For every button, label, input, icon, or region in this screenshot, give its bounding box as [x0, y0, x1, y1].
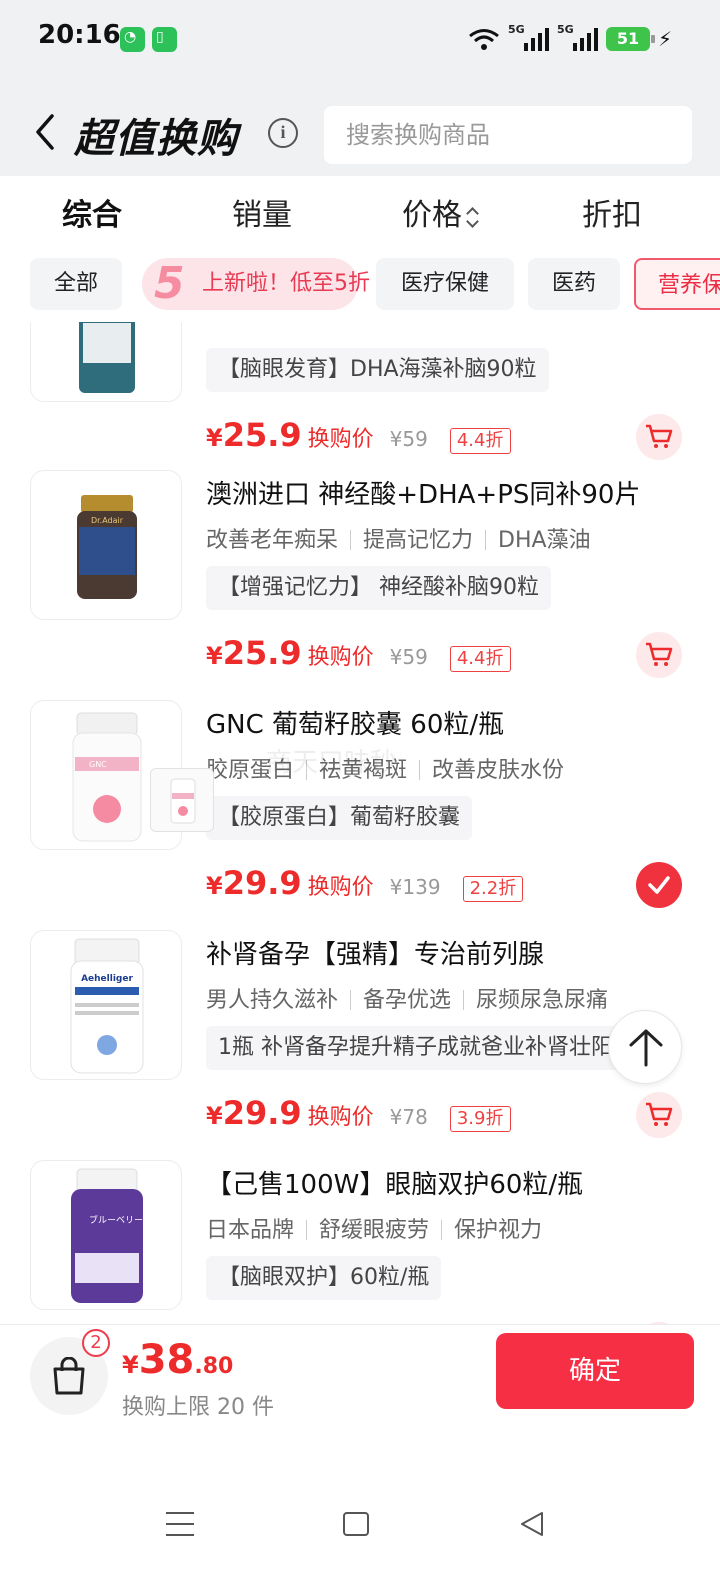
sort-arrows-icon [466, 205, 480, 229]
original-price: ¥78 [389, 1105, 428, 1129]
product-promo-tag: 【胶原蛋白】葡萄籽胶囊 [206, 796, 473, 840]
signal-5g-icon: 5G [508, 23, 549, 51]
exchange-limit-text: 换购上限 20 件 [122, 1395, 274, 1420]
product-title[interactable]: GNC 葡萄籽胶囊 60粒/瓶 [206, 704, 504, 741]
price-row: ¥29.9 换购价 ¥78 3.9折 [206, 1094, 511, 1142]
product-tags: 男人持久滋补 备孕优选 尿频尿急尿痛 [206, 988, 609, 1013]
home-icon[interactable] [343, 1512, 369, 1536]
checkout-bar: 2 ¥38.80 换购上限 20 件 确定 [0, 1324, 720, 1430]
brand-logo: Aehelliger [81, 974, 133, 984]
chip-nutrition[interactable]: 营养保 [634, 258, 720, 310]
exchange-price: 29.9 [222, 1094, 302, 1132]
product-promo-tag: 【脑眼双护】60粒/瓶 [206, 1256, 442, 1300]
product-thumbnail[interactable]: Dr.Adair [30, 470, 182, 620]
product-tags: 日本品牌 舒缓眼疲劳 保护视力 [206, 1218, 543, 1243]
system-nav-bar [0, 1430, 720, 1584]
brand-logo: GNC [89, 760, 107, 769]
cart-icon [646, 424, 673, 448]
selected-check-button[interactable] [636, 862, 682, 908]
back-to-top-button[interactable] [608, 1010, 682, 1084]
original-price: ¥59 [389, 645, 428, 669]
discount-badge: 4.4折 [449, 428, 511, 454]
page-header: 超值换购 i 搜索换购商品 [0, 80, 720, 176]
sort-tab-sales[interactable]: 销量 [232, 190, 292, 234]
arrow-up-icon [629, 1029, 663, 1067]
check-icon [648, 876, 670, 894]
sort-tab-discount[interactable]: 折扣 [582, 190, 642, 234]
battery-indicator: 51 [605, 27, 655, 51]
sort-bar: 综合 销量 价格 折扣 [0, 176, 720, 244]
exchange-price: 25.9 [222, 416, 302, 454]
add-to-cart-button[interactable] [636, 1092, 682, 1138]
original-price: ¥139 [389, 875, 441, 899]
signal-5g-icon: 5G [557, 23, 598, 51]
battery-saver-icon: ▯ [152, 27, 177, 52]
product-thumbnail[interactable] [30, 322, 182, 402]
product-card[interactable]: ブルーベリー 【己售100W】眼脑双护60粒/瓶 日本品牌 舒缓眼疲劳 保护视力 【… [0, 1160, 720, 1324]
product-thumbnail[interactable]: Aehelliger [30, 930, 182, 1080]
product-promo-tag: 【增强记忆力】 神经酸补脑90粒 [206, 566, 551, 610]
chip-medical-care[interactable]: 医疗保健 [376, 258, 514, 310]
promo-badge-five: 5 [154, 258, 185, 309]
product-card[interactable]: Dr.Adair 澳洲进口 神经酸+DHA+PS同补90片 改善老年痴呆 提高记忆… [0, 470, 720, 700]
status-bar: 20:16 ◔ ▯ 5G 5G 51 ⚡ [0, 0, 720, 80]
exchange-price: 25.9 [222, 634, 302, 672]
shopping-bag-icon [53, 1357, 85, 1395]
product-thumbnail[interactable]: ブルーベリー [30, 1160, 182, 1310]
info-icon[interactable]: i [268, 118, 298, 148]
floating-preview-thumbnail [150, 768, 214, 832]
back-icon[interactable] [30, 112, 60, 152]
price-row: ¥29.9 换购价 ¥139 2.2折 [206, 864, 524, 912]
cart-icon [646, 1102, 673, 1126]
chip-medicine[interactable]: 医药 [528, 258, 620, 310]
exchange-price: 29.9 [222, 864, 302, 902]
product-card[interactable]: 【脑眼发育】DHA海藻补脑90粒 ¥25.9 换购价 ¥59 4.4折 [0, 322, 720, 482]
cart-icon [646, 642, 673, 666]
product-card[interactable]: GNC GNC 葡萄籽胶囊 60粒/瓶 胶原蛋白 祛黄褐斑 改善皮肤水份 【胶原蛋白… [0, 700, 720, 930]
sort-tab-price[interactable]: 价格 [402, 190, 480, 234]
page-title: 超值换购 [74, 116, 238, 162]
chip-all[interactable]: 全部 [30, 258, 122, 310]
add-to-cart-button[interactable] [636, 632, 682, 678]
discount-badge: 2.2折 [462, 876, 524, 902]
watermark: 商天口味秒 [266, 748, 397, 778]
product-title[interactable]: 【己售100W】眼脑双护60粒/瓶 [206, 1164, 583, 1201]
add-to-cart-button[interactable] [636, 414, 682, 460]
brand-logo: ブルーベリー [89, 1214, 143, 1226]
confirm-button[interactable]: 确定 [496, 1333, 694, 1409]
sort-tab-comprehensive[interactable]: 综合 [62, 190, 122, 234]
nav-back-icon[interactable] [518, 1510, 546, 1538]
product-title[interactable]: 补肾备孕【强精】专治前列腺 [206, 934, 544, 971]
cart-count-badge: 2 [82, 1329, 110, 1357]
category-chip-bar: 全部 5 上新啦！低至5折 医疗保健 医药 营养保 [0, 244, 720, 322]
search-input[interactable]: 搜索换购商品 [324, 106, 692, 164]
chip-new-arrivals[interactable]: 5 上新啦！低至5折 [142, 258, 370, 310]
wifi-icon [469, 29, 499, 50]
discount-badge: 4.4折 [449, 646, 511, 672]
status-time: 20:16 [38, 20, 121, 50]
brand-logo: Dr.Adair [91, 516, 124, 525]
product-list[interactable]: 【脑眼发育】DHA海藻补脑90粒 ¥25.9 换购价 ¥59 4.4折 Dr.A… [0, 322, 720, 1324]
wechat-notification-icon: ◔ [120, 27, 145, 52]
product-promo-tag: 【脑眼发育】DHA海藻补脑90粒 [206, 348, 549, 392]
discount-badge: 3.9折 [449, 1106, 511, 1132]
charging-icon: ⚡ [657, 27, 672, 51]
product-title[interactable]: 澳洲进口 神经酸+DHA+PS同补90片 [206, 474, 640, 511]
original-price: ¥59 [389, 427, 428, 451]
product-tags: 改善老年痴呆 提高记忆力 DHA藻油 [206, 528, 591, 553]
price-row: ¥25.9 换购价 ¥59 4.4折 [206, 634, 511, 682]
product-promo-tag: 1瓶 补肾备孕提升精子成就爸业补肾壮阳强 [206, 1026, 642, 1070]
recent-apps-icon[interactable] [166, 1512, 194, 1536]
total-price: ¥38.80 [122, 1337, 234, 1383]
price-row: ¥25.9 换购价 ¥59 4.4折 [206, 416, 511, 464]
